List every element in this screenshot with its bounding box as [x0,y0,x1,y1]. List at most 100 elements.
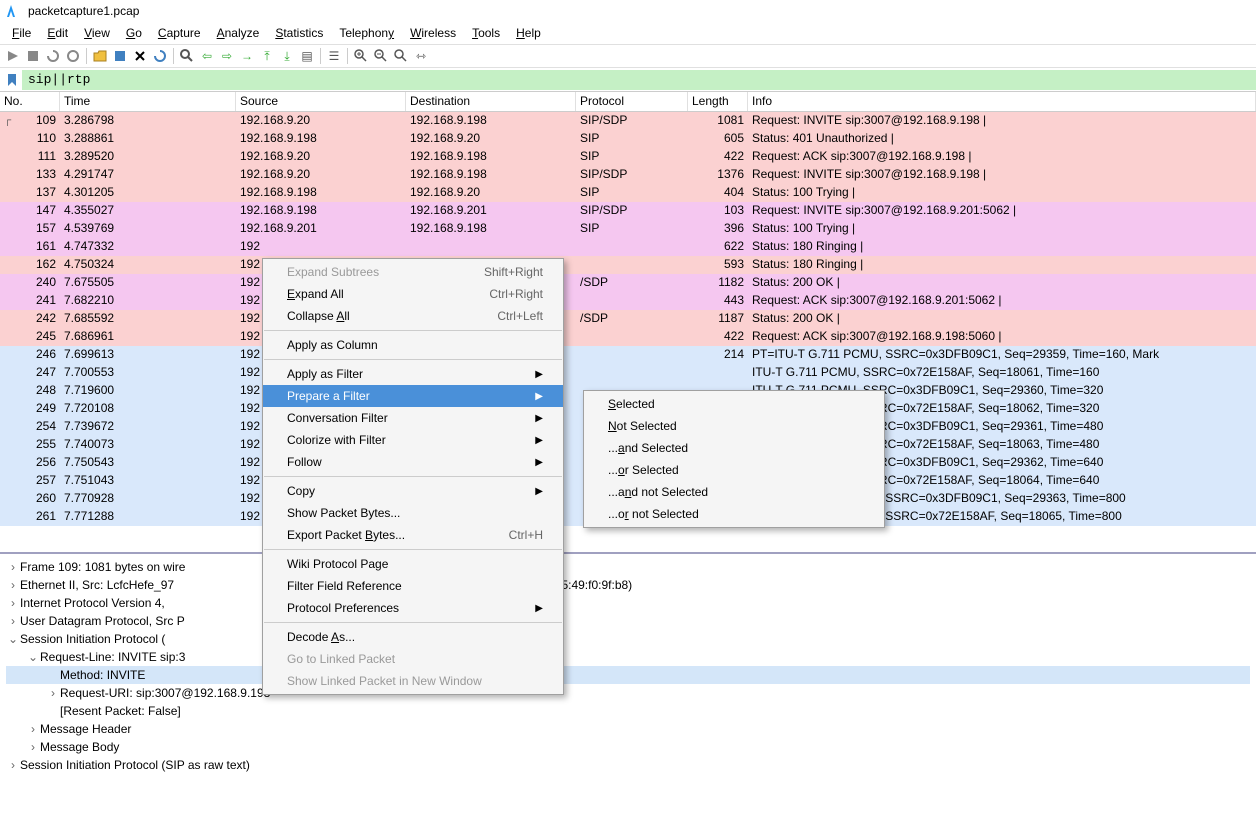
menu-copy[interactable]: Copy▶ [263,480,563,502]
detail-method[interactable]: Method: INVITE [6,666,1250,684]
expand-icon[interactable]: › [6,594,20,612]
toolbar-start-icon[interactable] [4,47,22,65]
detail-frame[interactable]: ›Frame 109: 1081 bytes on wireits) [6,558,1250,576]
toolbar-zoomout-icon[interactable] [372,47,390,65]
menu-help[interactable]: Help [508,24,549,42]
packet-details[interactable]: ›Frame 109: 1081 bytes on wireits) ›Ethe… [0,552,1256,802]
menu-telephony[interactable]: Telephony [331,24,402,42]
toolbar-prev-icon[interactable]: ⇦ [198,47,216,65]
menu-file[interactable]: File [4,24,39,42]
table-row[interactable]: 2457.686961192422Request: ACK sip:3007@1… [0,328,1256,346]
collapse-icon[interactable]: ⌄ [26,648,40,666]
table-row[interactable]: 2407.675505192/SDP1182Status: 200 OK | [0,274,1256,292]
toolbar-colorize-icon[interactable]: ☰ [325,47,343,65]
toolbar-first-icon[interactable]: ⤒ [258,47,276,65]
table-row[interactable]: 2417.682210192443Request: ACK sip:3007@1… [0,292,1256,310]
column-no[interactable]: No. [0,92,60,111]
column-source[interactable]: Source [236,92,406,111]
detail-request-line[interactable]: ⌄Request-Line: INVITE sip:3 [6,648,1250,666]
menu-conversation-filter[interactable]: Conversation Filter▶ [263,407,563,429]
menu-decode-as[interactable]: Decode As... [263,626,563,648]
menu-analyze[interactable]: Analyze [209,24,268,42]
table-row[interactable]: 2427.685592192/SDP1187Status: 200 OK | [0,310,1256,328]
table-row[interactable]: 1334.291747192.168.9.20192.168.9.198SIP/… [0,166,1256,184]
submenu-not-selected[interactable]: Not Selected [584,415,884,437]
menu-apply-as-filter[interactable]: Apply as Filter▶ [263,363,563,385]
expand-icon[interactable]: › [6,756,20,774]
table-row[interactable]: 1614.747332192622Status: 180 Ringing | [0,238,1256,256]
detail-sip[interactable]: ⌄Session Initiation Protocol ( [6,630,1250,648]
table-row[interactable]: 1624.750324192593Status: 180 Ringing | [0,256,1256,274]
detail-ethernet[interactable]: ›Ethernet II, Src: LcfcHefe_97f0:9f:b8 (… [6,576,1250,594]
detail-request-uri[interactable]: ›Request-URI: sip:3007@192.168.9.198 [6,684,1250,702]
menu-tools[interactable]: Tools [464,24,508,42]
menu-export-packet-bytes[interactable]: Export Packet Bytes...Ctrl+H [263,524,563,546]
table-row[interactable]: 1574.539769192.168.9.201192.168.9.198SIP… [0,220,1256,238]
toolbar-restart-icon[interactable] [44,47,62,65]
menu-filter-field-ref[interactable]: Filter Field Reference [263,575,563,597]
table-row[interactable]: 2477.700553192ITU-T G.711 PCMU, SSRC=0x7… [0,364,1256,382]
submenu-and-selected[interactable]: ...and Selected [584,437,884,459]
toolbar-zoomin-icon[interactable] [352,47,370,65]
submenu-and-not-selected[interactable]: ...and not Selected [584,481,884,503]
detail-ip[interactable]: ›Internet Protocol Version 4, [6,594,1250,612]
menu-apply-as-column[interactable]: Apply as Column [263,334,563,356]
column-time[interactable]: Time [60,92,236,111]
menu-view[interactable]: View [76,24,118,42]
toolbar-save-icon[interactable] [111,47,129,65]
table-row[interactable]: 1374.301205192.168.9.198192.168.9.20SIP4… [0,184,1256,202]
menu-go-to-linked[interactable]: Go to Linked Packet [263,648,563,670]
table-row[interactable]: ┌1093.286798192.168.9.20192.168.9.198SIP… [0,112,1256,130]
menu-go[interactable]: Go [118,24,150,42]
menu-wiki-protocol[interactable]: Wiki Protocol Page [263,553,563,575]
menu-show-linked[interactable]: Show Linked Packet in New Window [263,670,563,692]
menu-edit[interactable]: Edit [39,24,76,42]
collapse-icon[interactable]: ⌄ [6,630,20,648]
expand-icon[interactable]: › [26,738,40,756]
menu-statistics[interactable]: Statistics [267,24,331,42]
menu-protocol-prefs[interactable]: Protocol Preferences▶ [263,597,563,619]
table-row[interactable]: 1103.288861192.168.9.198192.168.9.20SIP6… [0,130,1256,148]
expand-icon[interactable]: › [6,558,20,576]
menu-show-packet-bytes[interactable]: Show Packet Bytes... [263,502,563,524]
table-row[interactable]: 2467.699613192214PT=ITU-T G.711 PCMU, SS… [0,346,1256,364]
toolbar-options-icon[interactable] [64,47,82,65]
submenu-or-not-selected[interactable]: ...or not Selected [584,503,884,525]
toolbar-next-icon[interactable]: ⇨ [218,47,236,65]
toolbar-close-icon[interactable] [131,47,149,65]
table-row[interactable]: 1113.289520192.168.9.20192.168.9.198SIP4… [0,148,1256,166]
expand-icon[interactable]: › [46,684,60,702]
column-protocol[interactable]: Protocol [576,92,688,111]
detail-sip-raw[interactable]: ›Session Initiation Protocol (SIP as raw… [6,756,1250,774]
menu-prepare-filter[interactable]: Prepare a Filter▶ [263,385,563,407]
prepare-filter-submenu[interactable]: Selected Not Selected ...and Selected ..… [583,390,885,528]
detail-message-body[interactable]: ›Message Body [6,738,1250,756]
menu-colorize-with-filter[interactable]: Colorize with Filter▶ [263,429,563,451]
menu-follow[interactable]: Follow▶ [263,451,563,473]
toolbar-last-icon[interactable]: ⤓ [278,47,296,65]
expand-icon[interactable]: › [6,612,20,630]
toolbar-find-icon[interactable] [178,47,196,65]
column-info[interactable]: Info [748,92,1256,111]
menu-wireless[interactable]: Wireless [402,24,464,42]
menu-expand-all[interactable]: Expand AllCtrl+Right [263,283,563,305]
menu-expand-subtrees[interactable]: Expand SubtreesShift+Right [263,261,563,283]
detail-resent[interactable]: [Resent Packet: False] [6,702,1250,720]
toolbar-reload-icon[interactable] [151,47,169,65]
submenu-or-selected[interactable]: ...or Selected [584,459,884,481]
toolbar-stop-icon[interactable] [24,47,42,65]
bookmark-icon[interactable] [2,70,22,90]
detail-message-header[interactable]: ›Message Header [6,720,1250,738]
submenu-selected[interactable]: Selected [584,393,884,415]
column-destination[interactable]: Destination [406,92,576,111]
toolbar-autoscroll-icon[interactable]: ▤ [298,47,316,65]
toolbar-jump-icon[interactable]: → [238,47,256,65]
menu-collapse-all[interactable]: Collapse AllCtrl+Left [263,305,563,327]
toolbar-resize-icon[interactable]: ⇿ [412,47,430,65]
menu-capture[interactable]: Capture [150,24,209,42]
expand-icon[interactable]: › [26,720,40,738]
context-menu[interactable]: Expand SubtreesShift+Right Expand AllCtr… [262,258,564,695]
toolbar-zoom100-icon[interactable] [392,47,410,65]
expand-icon[interactable]: › [6,576,20,594]
table-row[interactable]: 1474.355027192.168.9.198192.168.9.201SIP… [0,202,1256,220]
